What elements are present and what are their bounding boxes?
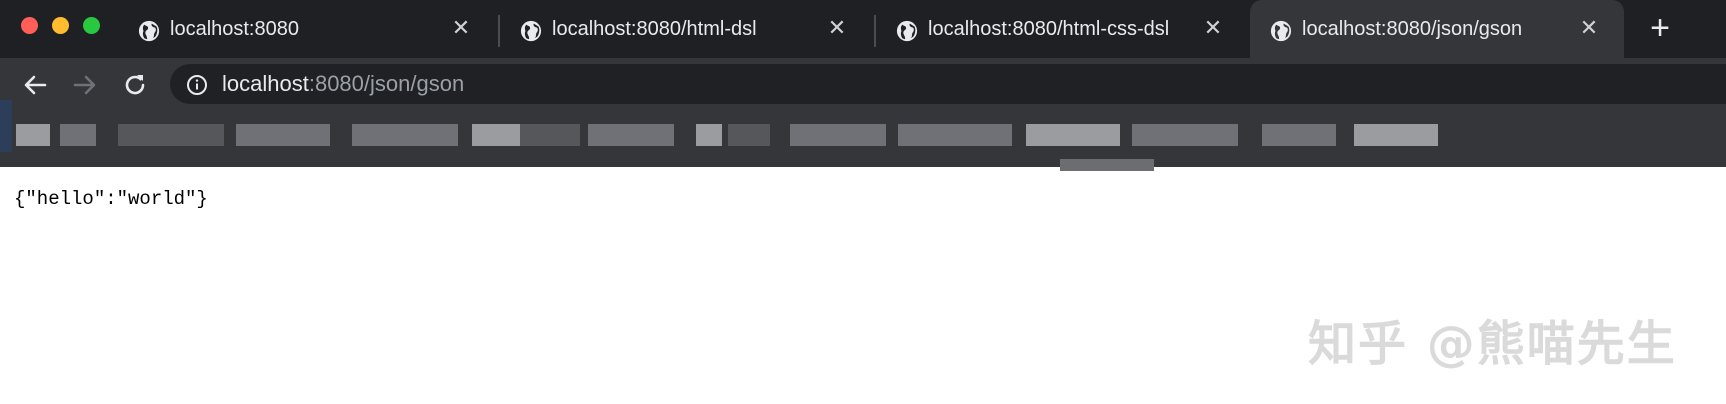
- tab-close-button[interactable]: ✕: [824, 15, 850, 41]
- bookmark-item[interactable]: [1262, 124, 1336, 146]
- address-bar[interactable]: localhost:8080/json/gson: [170, 64, 1726, 104]
- window-maximize-button[interactable]: [83, 17, 100, 34]
- bookmark-item[interactable]: [898, 124, 1012, 146]
- bookmark-item[interactable]: [236, 124, 330, 146]
- bookmark-item[interactable]: [1026, 124, 1120, 146]
- bookmark-item[interactable]: [520, 124, 580, 146]
- bookmark-item[interactable]: [472, 124, 520, 146]
- bookmark-item[interactable]: [352, 124, 458, 146]
- bookmark-item[interactable]: [728, 124, 770, 146]
- tab-title: localhost:8080/html-css-dsl: [928, 18, 1170, 40]
- bookmarks-scroll-indicator[interactable]: [1060, 159, 1154, 171]
- tab-close-button[interactable]: ✕: [448, 15, 474, 41]
- window-minimize-button[interactable]: [52, 17, 69, 34]
- globe-icon: [138, 20, 160, 42]
- globe-icon: [1270, 20, 1292, 42]
- tab-localhost[interactable]: localhost:8080 ✕: [118, 0, 496, 58]
- tab-close-button[interactable]: ✕: [1576, 15, 1602, 41]
- arrow-left-icon[interactable]: [20, 70, 50, 100]
- globe-icon: [896, 20, 918, 42]
- tab-title: localhost:8080/json/gson: [1302, 18, 1523, 40]
- bookmarks-bar: [0, 110, 1726, 167]
- bookmark-item[interactable]: [60, 124, 96, 146]
- reload-icon[interactable]: [120, 70, 150, 100]
- tab-title: localhost:8080: [170, 18, 299, 40]
- bookmark-item[interactable]: [118, 124, 224, 146]
- bookmark-item[interactable]: [1132, 124, 1238, 146]
- zhihu-watermark: 知乎 @熊喵先生: [1308, 316, 1677, 372]
- tab-json-gson[interactable]: localhost:8080/json/gson ✕: [1250, 0, 1624, 58]
- window-close-button[interactable]: [21, 17, 38, 34]
- browser-chrome: localhost:8080 ✕ localhost:8080/html-dsl…: [0, 0, 1726, 171]
- url-text: localhost:8080/json/gson: [222, 71, 464, 97]
- globe-icon: [520, 20, 542, 42]
- bookmark-item[interactable]: [16, 124, 50, 146]
- tab-html-css-dsl[interactable]: localhost:8080/html-css-dsl ✕: [876, 0, 1248, 58]
- arrow-right-icon[interactable]: [70, 70, 100, 100]
- tab-html-dsl[interactable]: localhost:8080/html-dsl ✕: [500, 0, 872, 58]
- tab-close-button[interactable]: ✕: [1200, 15, 1226, 41]
- toolbar: localhost:8080/json/gson: [0, 58, 1726, 110]
- tab-title: localhost:8080/html-dsl: [552, 18, 757, 40]
- url-host: localhost: [222, 71, 309, 96]
- sidebar-accent: [0, 100, 12, 152]
- url-path: :8080/json/gson: [308, 71, 465, 96]
- bookmark-item[interactable]: [1354, 124, 1438, 146]
- new-tab-button[interactable]: +: [1644, 11, 1676, 45]
- bookmark-item[interactable]: [696, 124, 722, 146]
- bookmark-item[interactable]: [588, 124, 674, 146]
- bookmark-item[interactable]: [790, 124, 886, 146]
- info-icon[interactable]: [186, 74, 208, 96]
- json-response-text: {"hello":"world"}: [14, 188, 208, 210]
